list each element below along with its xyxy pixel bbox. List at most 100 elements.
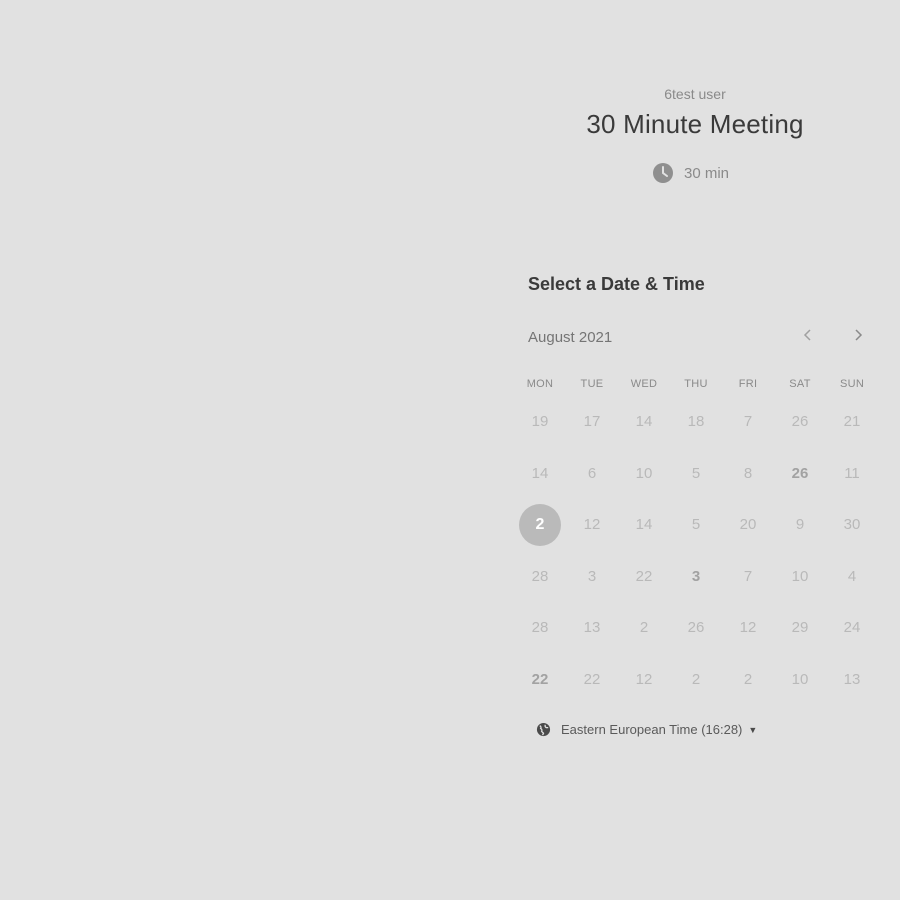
weekday-tue: TUE bbox=[580, 378, 604, 390]
calendar-day-number: 17 bbox=[583, 413, 601, 431]
calendar-day-number: 26 bbox=[687, 619, 705, 637]
calendar-day-number: 2 bbox=[743, 670, 753, 688]
weekday-thu: THU bbox=[684, 378, 708, 390]
scheduling-page: 6test user 30 Minute Meeting 30 min Sele… bbox=[0, 0, 900, 900]
calendar-day-number: 14 bbox=[531, 464, 549, 482]
prev-month-button[interactable] bbox=[797, 326, 819, 348]
calendar-day-number: 11 bbox=[844, 464, 860, 482]
calendar-day-number: 22 bbox=[531, 670, 549, 688]
calendar-day-number: 24 bbox=[843, 619, 861, 637]
calendar-day[interactable]: 14 bbox=[618, 396, 670, 448]
calendar-day[interactable]: 11 bbox=[826, 448, 878, 500]
calendar-day-number: 4 bbox=[847, 567, 857, 585]
calendar-day[interactable]: 22 bbox=[618, 551, 670, 603]
calendar-day-number: 12 bbox=[635, 670, 653, 688]
globe-icon bbox=[536, 722, 551, 737]
calendar-day[interactable]: 29 bbox=[774, 602, 826, 654]
weekday-sat: SAT bbox=[789, 378, 811, 390]
calendar-day[interactable]: 22 bbox=[514, 654, 566, 706]
calendar-day[interactable]: 12 bbox=[722, 602, 774, 654]
calendar-day-number: 12 bbox=[583, 516, 601, 534]
weekday-wed: WED bbox=[630, 378, 658, 390]
calendar-day-number: 5 bbox=[691, 464, 701, 482]
calendar-day-number: 2 bbox=[639, 619, 649, 637]
event-title: 30 Minute Meeting bbox=[586, 109, 804, 139]
calendar-day[interactable]: 5 bbox=[670, 499, 722, 551]
calendar-day[interactable]: 8 bbox=[722, 448, 774, 500]
calendar-day[interactable]: 12 bbox=[618, 654, 670, 706]
calendar-day[interactable]: 14 bbox=[618, 499, 670, 551]
calendar-day[interactable]: 26 bbox=[774, 448, 826, 500]
calendar-day[interactable]: 21 bbox=[826, 396, 878, 448]
calendar-day-number: 20 bbox=[739, 516, 757, 534]
calendar-day-number: 10 bbox=[791, 567, 809, 585]
timezone-selector[interactable]: Eastern European Time (16:28) ▼ bbox=[536, 722, 757, 737]
organizer-name: 6test user bbox=[664, 86, 726, 102]
calendar-day[interactable]: 7 bbox=[722, 396, 774, 448]
weekday-mon: MON bbox=[526, 378, 554, 390]
calendar-day[interactable]: 13 bbox=[566, 602, 618, 654]
calendar-day[interactable]: 24 bbox=[826, 602, 878, 654]
calendar-day[interactable]: 10 bbox=[774, 654, 826, 706]
weekday-header: MON TUE WED THU FRI SAT SUN bbox=[514, 378, 878, 390]
calendar-day[interactable]: 13 bbox=[826, 654, 878, 706]
calendar-day-number: 3 bbox=[691, 567, 701, 585]
calendar-day-number: 10 bbox=[635, 464, 653, 482]
calendar-day-number: 2 bbox=[519, 503, 561, 546]
calendar-day-number: 21 bbox=[843, 413, 861, 431]
duration-label: 30 min bbox=[684, 164, 730, 182]
calendar-day[interactable]: 18 bbox=[670, 396, 722, 448]
calendar-day[interactable]: 9 bbox=[774, 499, 826, 551]
calendar-day[interactable]: 4 bbox=[826, 551, 878, 603]
calendar-day[interactable]: 12 bbox=[566, 499, 618, 551]
calendar-day-number: 12 bbox=[739, 619, 757, 637]
calendar-day[interactable]: 6 bbox=[566, 448, 618, 500]
calendar-day[interactable]: 10 bbox=[618, 448, 670, 500]
calendar-day[interactable]: 2 bbox=[722, 654, 774, 706]
calendar-day[interactable]: 2 bbox=[670, 654, 722, 706]
calendar-day-number: 18 bbox=[687, 413, 705, 431]
calendar-day-number: 10 bbox=[791, 670, 809, 688]
calendar-day[interactable]: 26 bbox=[670, 602, 722, 654]
chevron-right-icon bbox=[853, 328, 863, 347]
calendar-day[interactable]: 10 bbox=[774, 551, 826, 603]
calendar-day-number: 28 bbox=[531, 567, 549, 585]
calendar-day-number: 9 bbox=[795, 516, 805, 534]
next-month-button[interactable] bbox=[847, 326, 869, 348]
calendar-day-number: 7 bbox=[743, 413, 753, 431]
calendar-day-number: 14 bbox=[635, 516, 653, 534]
calendar-day-number: 2 bbox=[691, 670, 701, 688]
calendar-day-number: 3 bbox=[587, 567, 597, 585]
calendar-day-number: 28 bbox=[531, 619, 549, 637]
calendar-day[interactable]: 3 bbox=[566, 551, 618, 603]
calendar-day[interactable]: 28 bbox=[514, 551, 566, 603]
calendar-day-number: 13 bbox=[843, 670, 861, 688]
calendar-day[interactable]: 20 bbox=[722, 499, 774, 551]
calendar-day[interactable]: 26 bbox=[774, 396, 826, 448]
calendar-day-number: 22 bbox=[583, 670, 601, 688]
calendar-day[interactable]: 17 bbox=[566, 396, 618, 448]
calendar-day-number: 5 bbox=[691, 516, 701, 534]
calendar-day[interactable]: 14 bbox=[514, 448, 566, 500]
calendar-day[interactable]: 30 bbox=[826, 499, 878, 551]
calendar-day[interactable]: 5 bbox=[670, 448, 722, 500]
calendar-day-number: 19 bbox=[531, 413, 549, 431]
calendar-day[interactable]: 19 bbox=[514, 396, 566, 448]
weekday-sun: SUN bbox=[839, 378, 865, 390]
calendar-day-number: 26 bbox=[791, 413, 809, 431]
calendar-day[interactable]: 28 bbox=[514, 602, 566, 654]
calendar-day-selected[interactable]: 2 bbox=[514, 499, 566, 551]
calendar-day-number: 7 bbox=[743, 567, 753, 585]
event-duration: 30 min bbox=[652, 162, 729, 184]
calendar-day-number: 26 bbox=[791, 464, 809, 482]
calendar-day-number: 30 bbox=[843, 516, 861, 534]
calendar-day[interactable]: 7 bbox=[722, 551, 774, 603]
section-title: Select a Date & Time bbox=[528, 274, 705, 294]
calendar-day-number: 22 bbox=[635, 567, 653, 585]
calendar-day[interactable]: 22 bbox=[566, 654, 618, 706]
calendar-day[interactable]: 2 bbox=[618, 602, 670, 654]
timezone-label: Eastern European Time (16:28) bbox=[561, 722, 743, 737]
weekday-fri: FRI bbox=[738, 378, 758, 390]
calendar-day[interactable]: 3 bbox=[670, 551, 722, 603]
month-label: August 2021 bbox=[528, 329, 613, 346]
